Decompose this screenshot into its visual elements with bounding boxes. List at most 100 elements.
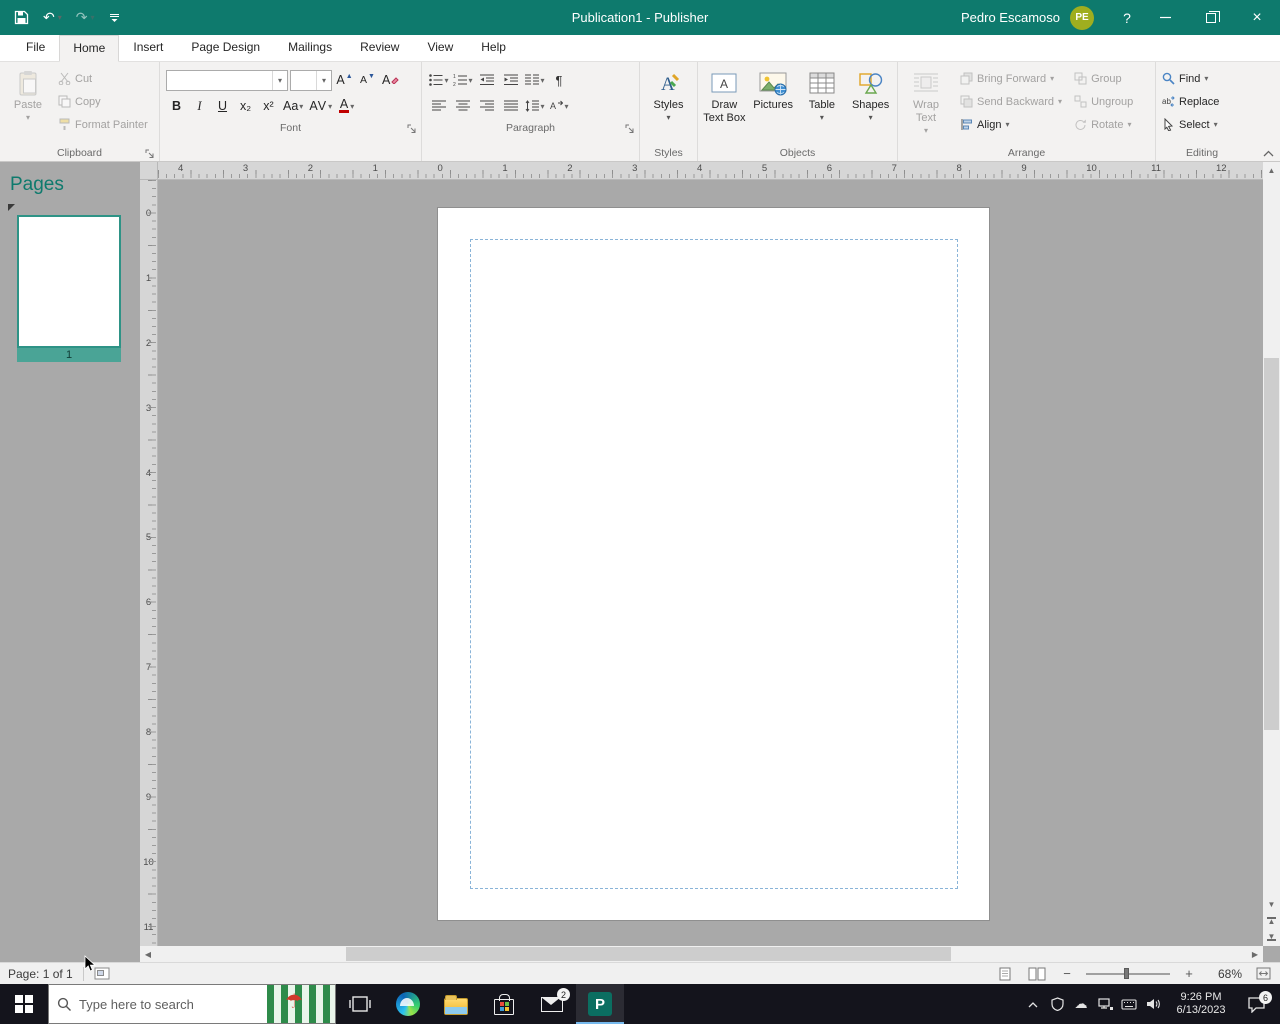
paragraph-dialog-launcher[interactable] (625, 124, 635, 134)
bring-forward-button[interactable]: Bring Forward ▾ (956, 68, 1066, 89)
taskbar-search[interactable]: ☂ (48, 984, 336, 1024)
account-avatar[interactable]: PE (1070, 5, 1094, 30)
font-name-select[interactable]: ▾ (166, 69, 288, 91)
wrap-text-button[interactable]: Wrap Text ▾ (900, 64, 952, 142)
shrink-font-button[interactable]: A ▼ (357, 70, 378, 91)
vertical-scroll-thumb[interactable] (1264, 358, 1279, 730)
pictures-button[interactable]: Pictures (749, 64, 798, 142)
draw-text-box-button[interactable]: A Draw Text Box (700, 64, 749, 142)
scroll-right-button[interactable]: ▶ (1247, 946, 1263, 962)
ribbon-tab[interactable]: View (413, 34, 467, 61)
cut-button[interactable]: Cut (54, 68, 152, 89)
taskbar-publisher-button[interactable]: P (576, 984, 624, 1024)
hidden-icons-chevron[interactable] (1021, 984, 1045, 1024)
taskbar-mail-button[interactable]: 2 (528, 984, 576, 1024)
justify-button[interactable] (500, 96, 522, 117)
ribbon-tab[interactable]: File (12, 34, 59, 61)
two-page-spread-view-button[interactable] (1026, 965, 1048, 983)
collapse-ribbon-button[interactable] (1263, 150, 1274, 157)
taskbar-file-explorer-button[interactable] (432, 984, 480, 1024)
italic-button[interactable]: I (189, 96, 210, 117)
subscript-button[interactable]: x₂ (235, 96, 256, 117)
zoom-percentage[interactable]: 68% (1208, 967, 1242, 981)
vertical-scrollbar[interactable]: ▲ ▼ ▲ ▼ (1263, 162, 1280, 946)
fit-page-button[interactable] (1252, 965, 1274, 983)
clear-formatting-button[interactable]: A (380, 70, 401, 91)
search-input[interactable] (79, 996, 267, 1012)
clipboard-dialog-launcher[interactable] (145, 149, 155, 159)
numbering-button[interactable]: 1 2 ▾ (452, 70, 474, 91)
increase-indent-button[interactable] (500, 70, 522, 91)
keyboard-icon[interactable] (1117, 984, 1141, 1024)
scroll-left-button[interactable]: ◀ (140, 946, 156, 962)
onedrive-cloud-icon[interactable]: ☁ (1069, 984, 1093, 1024)
previous-page-button[interactable]: ▲ (1263, 912, 1280, 929)
align-button[interactable]: Align ▾ (956, 114, 1066, 135)
columns-button[interactable]: ▾ (524, 70, 546, 91)
superscript-button[interactable]: x² (258, 96, 279, 117)
ribbon-tab[interactable]: Help (467, 34, 520, 61)
font-size-select[interactable]: ▾ (290, 69, 332, 91)
rotate-button[interactable]: Rotate ▾ (1070, 114, 1137, 135)
close-button[interactable]: × (1234, 0, 1280, 35)
account-name[interactable]: Pedro Escamoso (961, 10, 1060, 25)
ribbon-tab[interactable]: Page Design (177, 34, 274, 61)
task-view-button[interactable] (336, 984, 384, 1024)
taskbar-edge-button[interactable] (384, 984, 432, 1024)
character-spacing-button[interactable]: AV ▾ (307, 96, 334, 117)
pages-collapse-arrow[interactable] (8, 204, 15, 211)
font-dialog-launcher[interactable] (407, 124, 417, 134)
undo-dropdown-icon[interactable]: ▾ (58, 13, 62, 22)
find-button[interactable]: Find ▾ (1158, 68, 1223, 89)
grow-font-button[interactable]: A ▲ (334, 70, 355, 91)
start-button[interactable] (0, 984, 48, 1024)
paste-button[interactable]: Paste ▾ (2, 64, 54, 142)
shapes-button[interactable]: Shapes ▾ (846, 64, 895, 142)
horizontal-scrollbar[interactable]: ◀ ▶ (140, 946, 1263, 962)
taskbar-clock[interactable]: 9:26 PM 6/13/2023 (1165, 991, 1237, 1017)
table-button[interactable]: Table ▾ (798, 64, 847, 142)
minimize-button[interactable] (1142, 0, 1188, 35)
shapes-dropdown-icon[interactable]: ▾ (869, 112, 873, 124)
format-painter-button[interactable]: Format Painter (54, 114, 152, 135)
page-1-thumbnail-number[interactable]: 1 (17, 348, 121, 362)
zoom-out-button[interactable]: − (1058, 965, 1076, 983)
network-icon[interactable] (1093, 984, 1117, 1024)
scroll-down-button[interactable]: ▼ (1263, 896, 1280, 912)
ungroup-button[interactable]: Ungroup (1070, 91, 1137, 112)
special-characters-button[interactable]: ¶ (548, 70, 570, 91)
copy-button[interactable]: Copy (54, 91, 152, 112)
volume-icon[interactable] (1141, 984, 1165, 1024)
horizontal-scroll-thumb[interactable] (346, 947, 951, 961)
text-direction-button[interactable]: A ▾ (548, 96, 570, 117)
send-backward-button[interactable]: Send Backward ▾ (956, 91, 1066, 112)
zoom-in-button[interactable]: + (1180, 965, 1198, 983)
paste-dropdown-icon[interactable]: ▾ (26, 112, 30, 124)
help-button[interactable]: ? (1112, 10, 1142, 26)
restore-button[interactable] (1188, 0, 1234, 35)
underline-button[interactable]: U (212, 96, 233, 117)
action-center-button[interactable]: 6 (1237, 984, 1275, 1024)
align-right-button[interactable] (476, 96, 498, 117)
table-dropdown-icon[interactable]: ▾ (820, 112, 824, 124)
line-spacing-button[interactable]: ▾ (524, 96, 546, 117)
bullets-button[interactable]: ▾ (428, 70, 450, 91)
bold-button[interactable]: B (166, 96, 187, 117)
taskbar-store-button[interactable] (480, 984, 528, 1024)
align-center-button[interactable] (452, 96, 474, 117)
align-left-button[interactable] (428, 96, 450, 117)
zoom-slider[interactable] (1086, 968, 1170, 979)
replace-button[interactable]: ab Replace (1158, 91, 1223, 112)
font-size-dropdown-icon[interactable]: ▾ (316, 70, 331, 90)
ribbon-tab[interactable]: Insert (119, 34, 177, 61)
page-indicator[interactable]: Page: 1 of 1 (8, 967, 73, 981)
security-shield-icon[interactable] (1045, 984, 1069, 1024)
publication-page[interactable] (437, 207, 990, 921)
single-page-view-button[interactable] (994, 965, 1016, 983)
zoom-slider-thumb[interactable] (1124, 968, 1129, 979)
styles-button[interactable]: A Styles ▾ (643, 64, 695, 142)
redo-dropdown-icon[interactable]: ▾ (90, 13, 94, 22)
ribbon-tab[interactable]: Review (346, 34, 413, 61)
ribbon-tab[interactable]: Home (59, 35, 120, 62)
customize-quick-access-button[interactable] (109, 12, 120, 23)
